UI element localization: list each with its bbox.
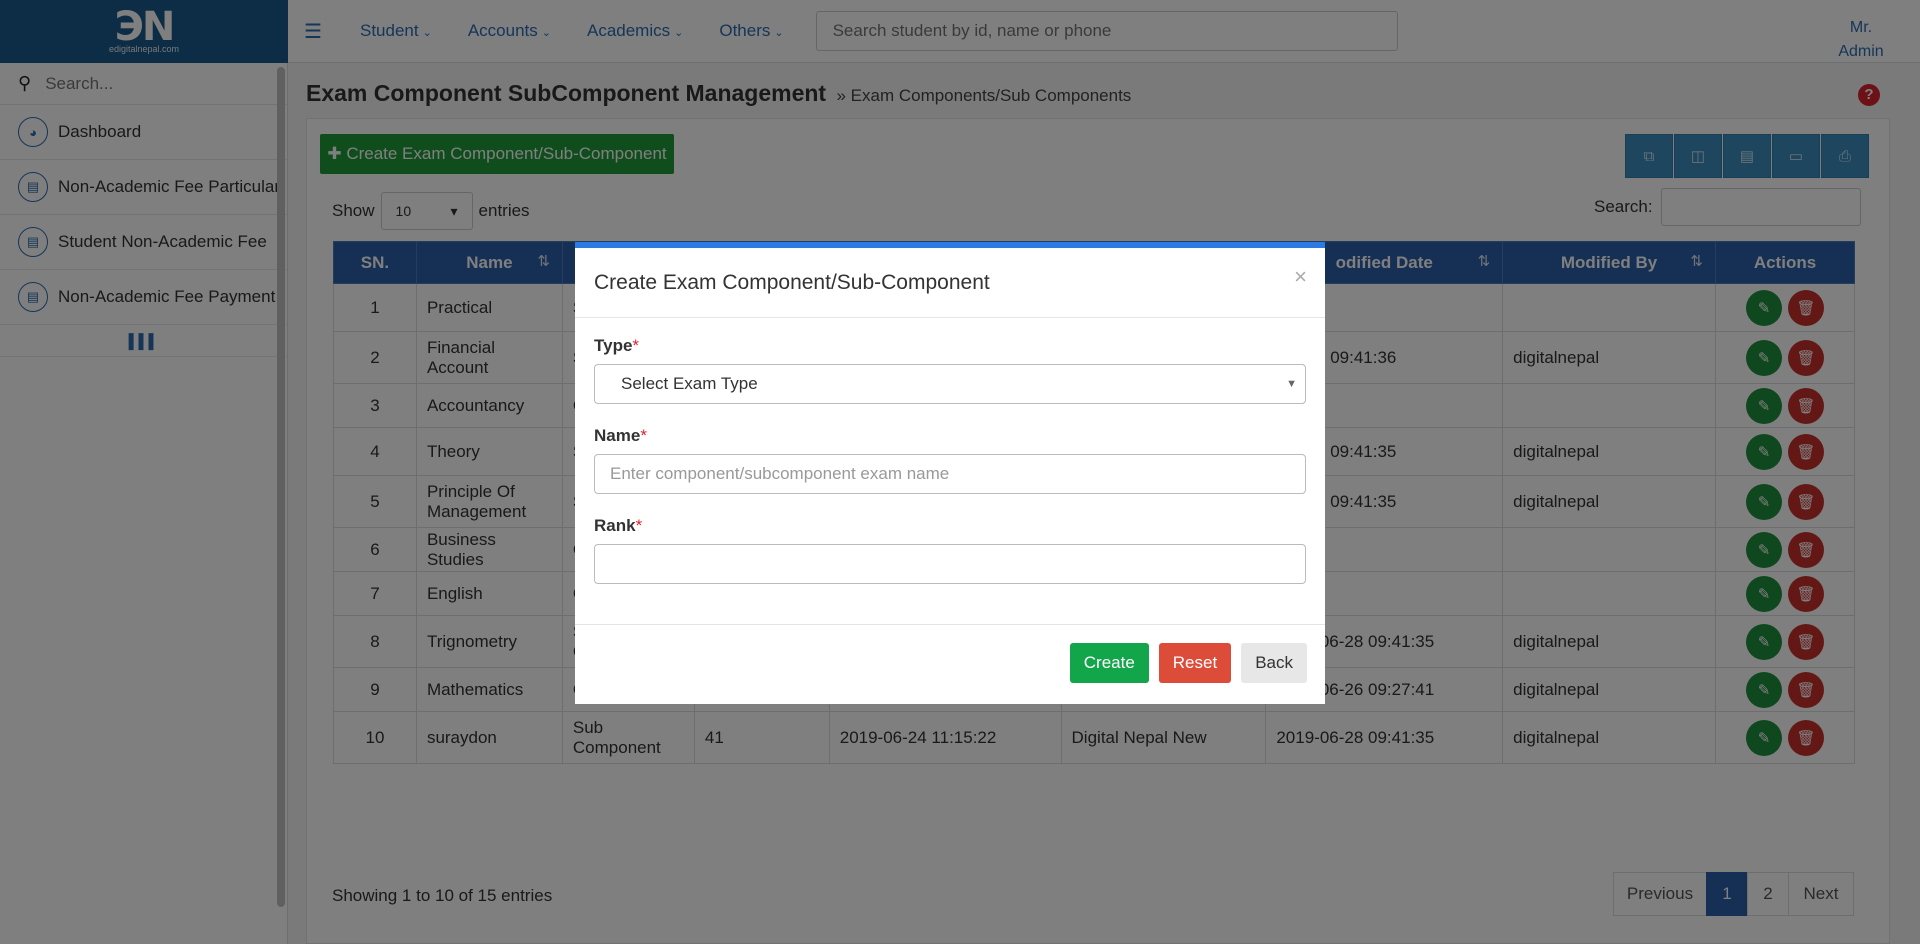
rank-label: Rank* bbox=[594, 516, 1306, 536]
modal-title: Create Exam Component/Sub-Component bbox=[594, 270, 990, 294]
required-mark: * bbox=[635, 516, 643, 535]
reset-button[interactable]: Reset bbox=[1158, 643, 1232, 683]
modal-header: Create Exam Component/Sub-Component × bbox=[575, 248, 1325, 318]
required-mark: * bbox=[632, 336, 640, 355]
type-label-text: Type bbox=[594, 336, 633, 355]
name-label-text: Name bbox=[594, 426, 641, 445]
create-component-modal: Create Exam Component/Sub-Component × Ty… bbox=[575, 242, 1325, 704]
caret-down-icon: ▼ bbox=[1286, 378, 1297, 390]
modal-body: Type* Select Exam Type ▼ Name* Rank* bbox=[575, 318, 1325, 625]
type-label: Type* bbox=[594, 336, 1306, 356]
modal-footer: Create Reset Back bbox=[575, 625, 1325, 701]
component-name-input[interactable] bbox=[594, 454, 1306, 494]
required-mark: * bbox=[640, 426, 647, 445]
rank-input[interactable] bbox=[594, 544, 1306, 584]
back-button[interactable]: Back bbox=[1241, 643, 1307, 683]
exam-type-value: Select Exam Type bbox=[621, 374, 758, 393]
rank-label-text: Rank bbox=[594, 516, 636, 535]
exam-type-select[interactable]: Select Exam Type ▼ bbox=[594, 364, 1306, 404]
close-icon[interactable]: × bbox=[1294, 264, 1307, 290]
name-label: Name* bbox=[594, 426, 1306, 446]
create-button[interactable]: Create bbox=[1069, 643, 1149, 683]
